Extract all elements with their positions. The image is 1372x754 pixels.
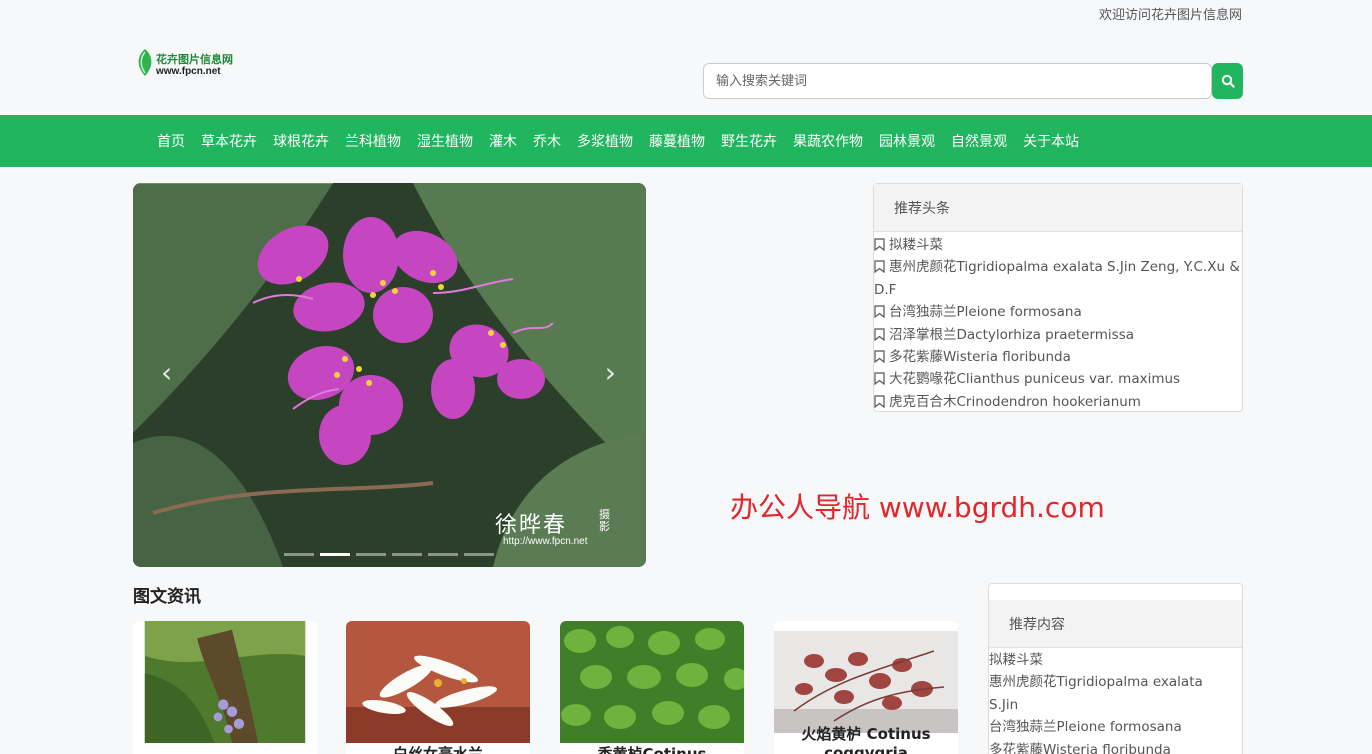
logo-name: 花卉图片信息网: [156, 53, 233, 66]
list-item[interactable]: 台湾独蒜兰Pleione formosana: [874, 301, 1242, 323]
nav-item-trees[interactable]: 乔木: [525, 131, 569, 151]
promo-text: 办公人导航 www.bgrdh.com: [730, 491, 1105, 524]
headline-text: 虎克百合木Crinodendron hookerianum: [889, 393, 1141, 410]
top-bar: 欢迎访问花卉图片信息网: [0, 0, 1372, 26]
bookmark-icon: [874, 328, 885, 341]
bookmark-icon: [874, 395, 885, 408]
list-item[interactable]: 台湾独蒜兰Pleione formosana: [989, 716, 1242, 738]
nav-item-shrubs[interactable]: 灌木: [481, 131, 525, 151]
carousel-indicator[interactable]: [464, 553, 494, 556]
search-bar: [703, 63, 1243, 99]
bookmark-icon: [874, 372, 885, 386]
card-caption: 白丝女亭水兰: [392, 745, 483, 754]
carousel-indicator[interactable]: [392, 553, 422, 556]
card-thumbnail: [560, 621, 744, 743]
nav-item-wildflowers[interactable]: 野生花卉: [713, 131, 785, 151]
photographer-watermark: 徐晔春: [495, 513, 568, 538]
news-card[interactable]: 火焰黄栌 Cotinus coggygria: [774, 621, 958, 754]
main-nav: 首页 草本花卉 球根花卉 兰科植物 湿生植物 灌木 乔木 多浆植物 藤蔓植物 野…: [0, 115, 1372, 167]
headline-text: 拟耧斗菜: [889, 237, 943, 253]
nav-item-herbaceous[interactable]: 草本花卉: [193, 131, 265, 151]
search-button[interactable]: [1212, 63, 1243, 99]
carousel-indicators: [284, 553, 494, 556]
headlines-title: 推荐头条: [874, 184, 1242, 232]
card-thumbnail: [144, 621, 306, 743]
bookmark-icon: [874, 305, 885, 319]
carousel-indicator-active[interactable]: [320, 553, 350, 556]
carousel-indicator[interactable]: [284, 553, 314, 556]
nav-item-vines[interactable]: 藤蔓植物: [641, 131, 713, 151]
nav-item-home[interactable]: 首页: [149, 131, 193, 151]
headline-text: 惠州虎颜花Tigridiopalma exalata S.Jin Zeng, Y…: [874, 259, 1240, 298]
chevron-right-icon[interactable]: ›: [605, 359, 616, 387]
list-item[interactable]: 虎克百合木Crinodendron hookerianum: [874, 391, 1242, 413]
headline-text: 台湾独蒜兰Pleione formosana: [889, 304, 1082, 321]
list-item[interactable]: 拟耧斗菜: [874, 234, 1242, 256]
news-card[interactable]: [133, 621, 317, 754]
nav-item-bulbs[interactable]: 球根花卉: [265, 131, 337, 151]
nav-item-orchids[interactable]: 兰科植物: [337, 131, 409, 151]
recommend-list: 拟耧斗菜 惠州虎颜花Tigridiopalma exalata S.Jin 台湾…: [989, 648, 1242, 754]
watermark-mark: 摄影: [599, 508, 610, 533]
chevron-left-icon[interactable]: ‹: [161, 359, 172, 387]
nav-item-nature[interactable]: 自然景观: [943, 131, 1015, 151]
headline-text: 沼泽掌根兰Dactylorhiza praetermissa: [889, 326, 1135, 343]
headline-text: 大花鹦喙花Clianthus puniceus var. maximus: [889, 371, 1181, 388]
bookmark-icon: [874, 350, 885, 364]
header: 花卉图片信息网 www.fpcn.net: [0, 26, 1372, 115]
list-item[interactable]: 沼泽掌根兰Dactylorhiza praetermissa: [874, 324, 1242, 346]
watermark-url: http://www.fpcn.net: [503, 536, 588, 547]
nav-item-succulents[interactable]: 多浆植物: [569, 131, 641, 151]
headlines-panel: 推荐头条 拟耧斗菜 惠州虎颜花Tigridiopalma exalata S.J…: [873, 183, 1243, 412]
carousel-indicator[interactable]: [356, 553, 386, 556]
news-section-title: 图文资讯: [133, 587, 201, 607]
nav-item-wetland[interactable]: 湿生植物: [409, 131, 481, 151]
list-item[interactable]: 拟耧斗菜: [989, 649, 1242, 671]
search-input[interactable]: [703, 63, 1212, 99]
carousel-indicator[interactable]: [428, 553, 458, 556]
leaf-logo-icon: [138, 49, 152, 76]
hero-carousel[interactable]: ‹ › 徐晔春 摄影 http://www.fpcn.net: [133, 183, 646, 567]
news-card[interactable]: 香黄栌Cotinus: [560, 621, 744, 754]
site-logo[interactable]: 花卉图片信息网 www.fpcn.net: [134, 48, 238, 84]
welcome-text: 欢迎访问花卉图片信息网: [1098, 8, 1242, 23]
card-thumbnail: [346, 621, 530, 743]
list-item[interactable]: 惠州虎颜花Tigridiopalma exalata: [989, 671, 1242, 693]
logo-domain: www.fpcn.net: [156, 66, 221, 77]
card-caption: 香黄栌Cotinus: [597, 745, 707, 754]
list-item[interactable]: 多花紫藤Wisteria floribunda: [989, 739, 1242, 754]
bookmark-icon: [874, 238, 885, 251]
carousel-image: [133, 183, 646, 567]
recommend-title: 推荐内容: [989, 600, 1242, 648]
nav-item-landscape[interactable]: 园林景观: [871, 131, 943, 151]
list-item[interactable]: 多花紫藤Wisteria floribunda: [874, 346, 1242, 368]
recommend-panel: 推荐内容 拟耧斗菜 惠州虎颜花Tigridiopalma exalata S.J…: [988, 583, 1243, 754]
headlines-list: 拟耧斗菜 惠州虎颜花Tigridiopalma exalata S.Jin Ze…: [874, 232, 1242, 413]
search-icon: [1221, 74, 1235, 88]
bookmark-icon: [874, 260, 885, 274]
nav-item-crops[interactable]: 果蔬农作物: [785, 131, 871, 151]
list-item[interactable]: 惠州虎颜花Tigridiopalma exalata S.Jin Zeng, Y…: [874, 256, 1242, 301]
list-item[interactable]: 大花鹦喙花Clianthus puniceus var. maximus: [874, 368, 1242, 390]
list-item[interactable]: S.Jin: [989, 694, 1242, 716]
nav-list: 首页 草本花卉 球根花卉 兰科植物 湿生植物 灌木 乔木 多浆植物 藤蔓植物 野…: [149, 115, 1087, 167]
nav-item-about[interactable]: 关于本站: [1015, 131, 1087, 151]
headline-text: 多花紫藤Wisteria floribunda: [889, 349, 1071, 366]
news-card[interactable]: 白丝女亭水兰: [346, 621, 530, 754]
card-caption: 火焰黄栌 Cotinus coggygria: [801, 725, 931, 754]
